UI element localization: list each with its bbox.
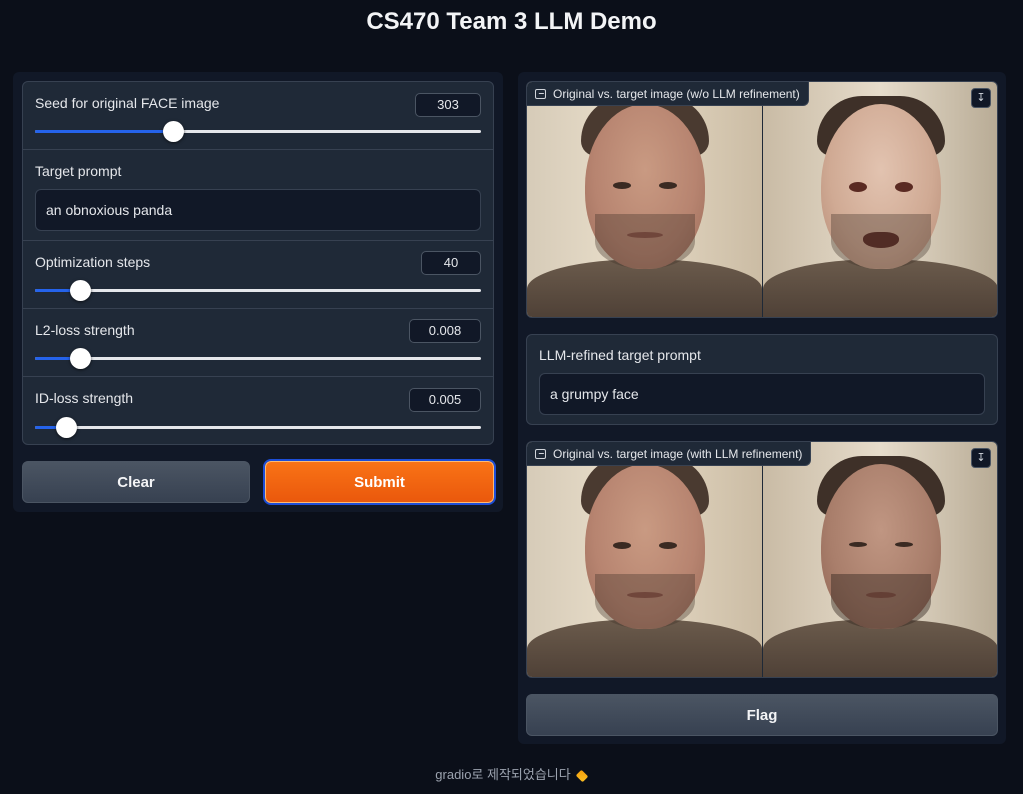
l2-slider[interactable] (35, 348, 481, 369)
seed-block: Seed for original FACE image 303 (23, 82, 493, 150)
steps-slider[interactable] (35, 280, 481, 301)
photo-eye (612, 182, 631, 189)
l2-block: L2-loss strength 0.008 (23, 309, 493, 377)
footer-text[interactable]: gradio로 제작되었습니다 (435, 767, 570, 782)
steps-slider-handle[interactable] (69, 280, 91, 301)
seed-slider-fill (35, 130, 174, 133)
download-icon[interactable]: ↧ (971, 448, 991, 468)
target-face-photo (763, 82, 997, 317)
photo-face (584, 104, 705, 269)
photo-eye (848, 542, 867, 547)
steps-label: Optimization steps (35, 254, 151, 270)
image-with-llm-label: Original vs. target image (with LLM refi… (527, 442, 812, 466)
refined-prompt-block: LLM-refined target prompt a grumpy face (526, 334, 998, 425)
id-slider[interactable] (35, 417, 481, 438)
photo-eye (848, 182, 867, 192)
photo-face (584, 464, 705, 629)
seed-slider-handle[interactable] (163, 121, 185, 142)
image-no-llm-label: Original vs. target image (w/o LLM refin… (527, 82, 809, 106)
target-prompt-block: Target prompt an obnoxious panda (23, 150, 493, 241)
submit-button[interactable]: Submit (265, 461, 494, 503)
steps-number-input[interactable]: 40 (421, 251, 481, 275)
image-icon (535, 449, 546, 459)
image-no-llm-label-text: Original vs. target image (w/o LLM refin… (553, 87, 800, 101)
refined-prompt-output[interactable]: a grumpy face (539, 373, 985, 415)
flag-button[interactable]: Flag (526, 694, 998, 736)
original-face-photo (527, 82, 762, 317)
output-panel: Original vs. target image (w/o LLM refin… (518, 72, 1006, 744)
seed-slider[interactable] (35, 121, 481, 142)
clear-button[interactable]: Clear (22, 461, 250, 503)
target-prompt-input[interactable]: an obnoxious panda (35, 189, 481, 231)
photo-beard (594, 574, 695, 629)
image-with-llm-label-text: Original vs. target image (with LLM refi… (553, 447, 803, 461)
seed-number-input[interactable]: 303 (415, 93, 481, 117)
photo-eye (612, 542, 631, 549)
download-icon[interactable]: ↧ (971, 88, 991, 108)
id-block: ID-loss strength 0.005 (23, 377, 493, 444)
photo-face (820, 464, 941, 629)
l2-label: L2-loss strength (35, 322, 135, 338)
refined-prompt-label: LLM-refined target prompt (539, 347, 701, 363)
photo-eye (894, 182, 913, 192)
photo-beard (830, 574, 931, 629)
id-number-input[interactable]: 0.005 (409, 388, 481, 412)
l2-number-input[interactable]: 0.008 (409, 319, 481, 343)
photo-eye (658, 542, 677, 549)
refined-target-face-photo (763, 442, 997, 677)
l2-slider-handle[interactable] (69, 348, 91, 369)
photo-eye (894, 542, 913, 547)
image-icon (535, 89, 546, 99)
input-form: Seed for original FACE image 303 Target … (22, 81, 494, 445)
gradio-logo-icon (575, 769, 588, 782)
target-prompt-label: Target prompt (35, 163, 122, 179)
photo-beard (594, 214, 695, 269)
output-image-no-llm: Original vs. target image (w/o LLM refin… (526, 81, 998, 318)
photo-eye (658, 182, 677, 189)
photo-beard (830, 214, 931, 269)
input-panel: Seed for original FACE image 303 Target … (13, 72, 503, 512)
output-image-with-llm: Original vs. target image (with LLM refi… (526, 441, 998, 678)
photo-face (820, 104, 941, 269)
page-title: CS470 Team 3 LLM Demo (366, 8, 657, 35)
id-slider-handle[interactable] (56, 417, 78, 438)
steps-block: Optimization steps 40 (23, 241, 493, 309)
id-label: ID-loss strength (35, 390, 134, 406)
seed-label: Seed for original FACE image (35, 95, 220, 111)
footer: gradio로 제작되었습니다 (0, 764, 1023, 783)
original-face-photo (527, 442, 762, 677)
